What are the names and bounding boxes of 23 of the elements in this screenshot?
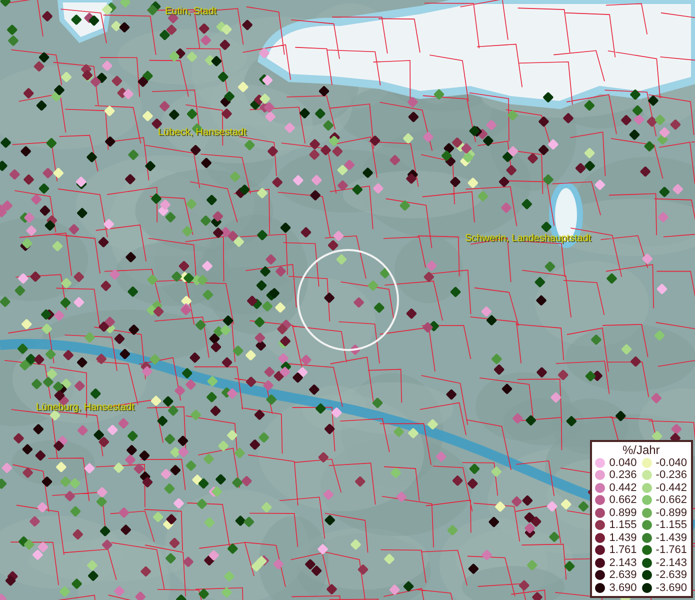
legend-value: 1.155 [609, 519, 637, 532]
legend-value: -2.143 [656, 556, 687, 569]
legend-value: -0.899 [656, 506, 687, 519]
legend-value: -1.761 [656, 544, 687, 556]
legend-value: -3.690 [656, 582, 687, 594]
legend-value: -2.639 [656, 569, 687, 582]
legend-value: 0.236 [609, 469, 637, 482]
legend-title: %/Jahr [621, 442, 661, 456]
legend-value: 1.439 [609, 532, 637, 544]
legend-value: 0.442 [609, 482, 637, 494]
legend-value: -0.040 [656, 456, 687, 469]
legend-value: -0.442 [656, 482, 687, 494]
legend-value: 2.639 [609, 569, 637, 582]
legend-value: -0.662 [656, 494, 687, 506]
legend-value: 3.690 [609, 582, 637, 594]
legend-value: 2.143 [609, 556, 637, 569]
legend-value: -1.439 [656, 532, 687, 544]
legend-value: -1.155 [656, 519, 687, 532]
legend-value: 0.662 [609, 494, 637, 506]
legend-value: 0.899 [609, 506, 637, 519]
legend-value: -0.236 [656, 469, 687, 482]
legend-value: 0.040 [609, 456, 637, 469]
legend-value: 1.761 [609, 544, 637, 556]
